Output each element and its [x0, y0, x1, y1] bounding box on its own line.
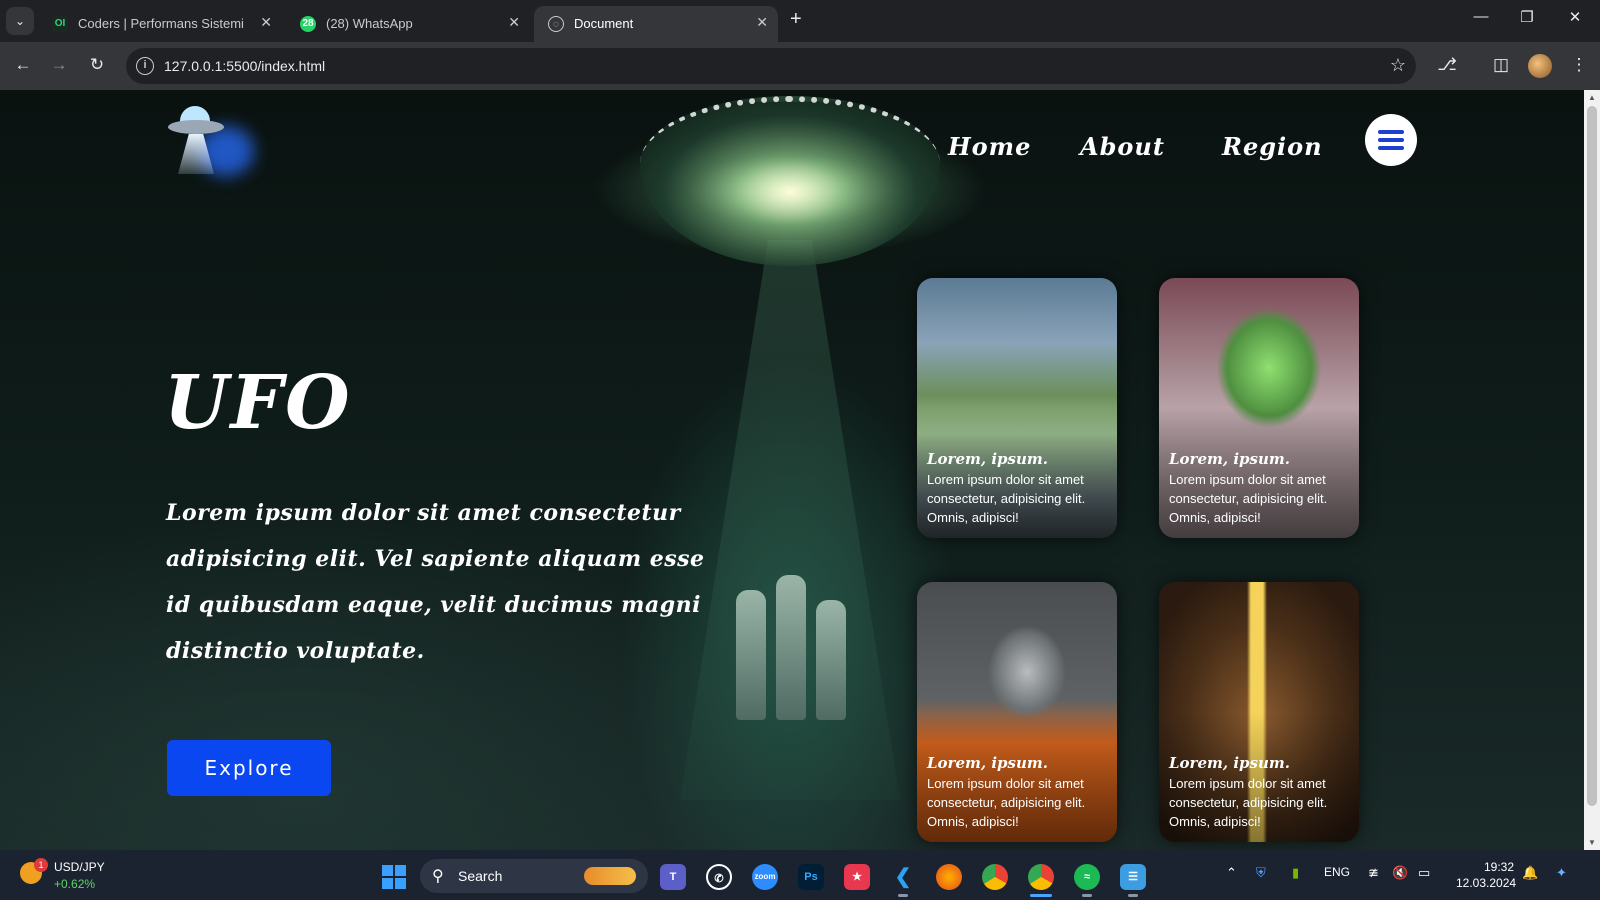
- teams-icon[interactable]: T: [660, 864, 686, 890]
- close-icon[interactable]: ✕: [260, 14, 272, 31]
- reload-icon[interactable]: ↻: [86, 55, 108, 75]
- clock-date: 12.03.2024: [1456, 876, 1517, 890]
- card-text: Lorem ipsum dolor sit amet consectetur, …: [927, 472, 1086, 525]
- card-title: Lorem, ipsum.: [1169, 450, 1290, 468]
- scroll-down-icon[interactable]: ▼: [1588, 838, 1596, 847]
- card-alien-astronaut[interactable]: Lorem, ipsum. Lorem ipsum dolor sit amet…: [917, 582, 1117, 842]
- site-info-icon[interactable]: i: [136, 57, 154, 75]
- app-icon[interactable]: ★: [844, 864, 870, 890]
- card-alien-mask[interactable]: Lorem, ipsum. Lorem ipsum dolor sit amet…: [1159, 278, 1359, 538]
- tab-coders[interactable]: OI Coders | Performans Sistemi ✕: [38, 6, 282, 42]
- hero-text: Lorem ipsum dolor sit amet consectetur a…: [166, 500, 705, 664]
- zoom-icon[interactable]: zoom: [752, 864, 778, 890]
- tab-title: (28) WhatsApp: [326, 16, 413, 31]
- bookmark-star-icon[interactable]: ☆: [1390, 55, 1406, 76]
- globe-icon: ◌: [548, 16, 564, 32]
- nvidia-icon[interactable]: ▮: [1292, 865, 1299, 881]
- nav-home[interactable]: Home: [948, 132, 1031, 161]
- card-title: Lorem, ipsum.: [927, 450, 1048, 468]
- vscode-icon[interactable]: ❮: [890, 864, 916, 890]
- windows-taskbar: 1 USD/JPY +0.62% ⚲ Search T ✆ zoom Ps ★ …: [0, 850, 1600, 900]
- whatsapp-favicon-icon: 28: [300, 16, 316, 32]
- back-icon[interactable]: ←: [12, 55, 34, 75]
- ufo-logo[interactable]: [168, 106, 258, 186]
- firefox-icon[interactable]: [936, 864, 962, 890]
- volume-muted-icon[interactable]: 🔇: [1392, 865, 1408, 881]
- url-text[interactable]: 127.0.0.1:5500/index.html: [164, 58, 325, 74]
- nav-region[interactable]: Region: [1222, 132, 1323, 161]
- tab-title: Document: [574, 16, 634, 31]
- tab-whatsapp[interactable]: 28 (28) WhatsApp ✕: [286, 6, 530, 42]
- notepad-icon[interactable]: ☰: [1120, 864, 1146, 890]
- search-highlight-art: [584, 867, 636, 885]
- ticker-name[interactable]: USD/JPY: [54, 860, 105, 874]
- card-text: Lorem ipsum dolor sit amet consectetur, …: [1169, 472, 1328, 525]
- notification-badge: 1: [34, 858, 48, 872]
- clock-time: 19:32: [1483, 860, 1514, 874]
- tab-search-chevron-icon[interactable]: ⌄: [6, 7, 34, 35]
- coders-favicon-icon: OI: [52, 16, 68, 32]
- security-shield-icon[interactable]: ⛨: [1256, 865, 1266, 881]
- page-viewport: Home About Region UFO Lorem ipsum dolor …: [0, 90, 1584, 850]
- tab-document[interactable]: ◌ Document ✕: [534, 6, 778, 42]
- tray-overflow-icon[interactable]: ⌃: [1226, 865, 1237, 881]
- search-label: Search: [458, 868, 503, 884]
- system-clock[interactable]: 19:32 12.03.2024: [1456, 859, 1517, 891]
- tab-title: Coders | Performans Sistemi: [78, 16, 244, 31]
- explore-button[interactable]: Explore: [167, 740, 331, 796]
- close-icon[interactable]: ✕: [756, 14, 768, 31]
- copilot-icon[interactable]: ✦: [1556, 865, 1567, 881]
- hamburger-menu-button[interactable]: [1365, 114, 1417, 166]
- card-text: Lorem ipsum dolor sit amet consectetur, …: [1169, 776, 1328, 829]
- chrome-profile-icon[interactable]: [1028, 864, 1054, 890]
- close-icon[interactable]: ✕: [508, 14, 520, 31]
- background-ufo: [640, 96, 940, 266]
- profile-avatar[interactable]: [1528, 54, 1552, 78]
- whatsapp-icon[interactable]: ✆: [706, 864, 732, 890]
- card-tunnel[interactable]: Lorem, ipsum. Lorem ipsum dolor sit amet…: [1159, 582, 1359, 842]
- taskbar-search[interactable]: ⚲ Search: [420, 859, 648, 893]
- forward-icon[interactable]: →: [48, 55, 70, 75]
- hero-title: UFO: [164, 360, 352, 446]
- extensions-icon[interactable]: ⎇: [1436, 55, 1458, 75]
- card-title: Lorem, ipsum.: [1169, 754, 1290, 772]
- browser-tab-bar: ⌄ OI Coders | Performans Sistemi ✕ 28 (2…: [0, 0, 1600, 42]
- card-title: Lorem, ipsum.: [927, 754, 1048, 772]
- wifi-icon[interactable]: ≇: [1368, 865, 1379, 881]
- page-scrollbar[interactable]: ▲ ▼: [1584, 90, 1600, 850]
- nav-about[interactable]: About: [1080, 132, 1165, 161]
- spotify-icon[interactable]: ≈: [1074, 864, 1100, 890]
- card-text: Lorem ipsum dolor sit amet consectetur, …: [927, 776, 1086, 829]
- windows-start-icon[interactable]: [382, 865, 406, 889]
- scrollbar-thumb[interactable]: [1587, 106, 1597, 806]
- ticker-change: +0.62%: [54, 877, 96, 891]
- card-aliens-street[interactable]: Lorem, ipsum. Lorem ipsum dolor sit amet…: [917, 278, 1117, 538]
- minimize-icon[interactable]: —: [1466, 8, 1496, 25]
- restore-icon[interactable]: ❐: [1512, 8, 1542, 26]
- side-panel-icon[interactable]: ◫: [1490, 55, 1512, 75]
- battery-icon[interactable]: ▭: [1418, 865, 1430, 881]
- photoshop-icon[interactable]: Ps: [798, 864, 824, 890]
- search-icon: ⚲: [432, 868, 444, 885]
- new-tab-icon[interactable]: +: [790, 8, 802, 31]
- scroll-up-icon[interactable]: ▲: [1588, 93, 1596, 102]
- background-people: [730, 570, 860, 720]
- close-window-icon[interactable]: ✕: [1560, 8, 1590, 26]
- more-menu-icon[interactable]: ⋮: [1568, 55, 1590, 75]
- language-indicator[interactable]: ENG: [1324, 865, 1350, 879]
- notifications-bell-icon[interactable]: 🔔: [1522, 865, 1538, 881]
- browser-toolbar: ← → ↻ i 127.0.0.1:5500/index.html ☆ ⎇ ◫ …: [0, 42, 1600, 90]
- chrome-icon[interactable]: [982, 864, 1008, 890]
- address-bar[interactable]: i 127.0.0.1:5500/index.html ☆: [126, 48, 1416, 84]
